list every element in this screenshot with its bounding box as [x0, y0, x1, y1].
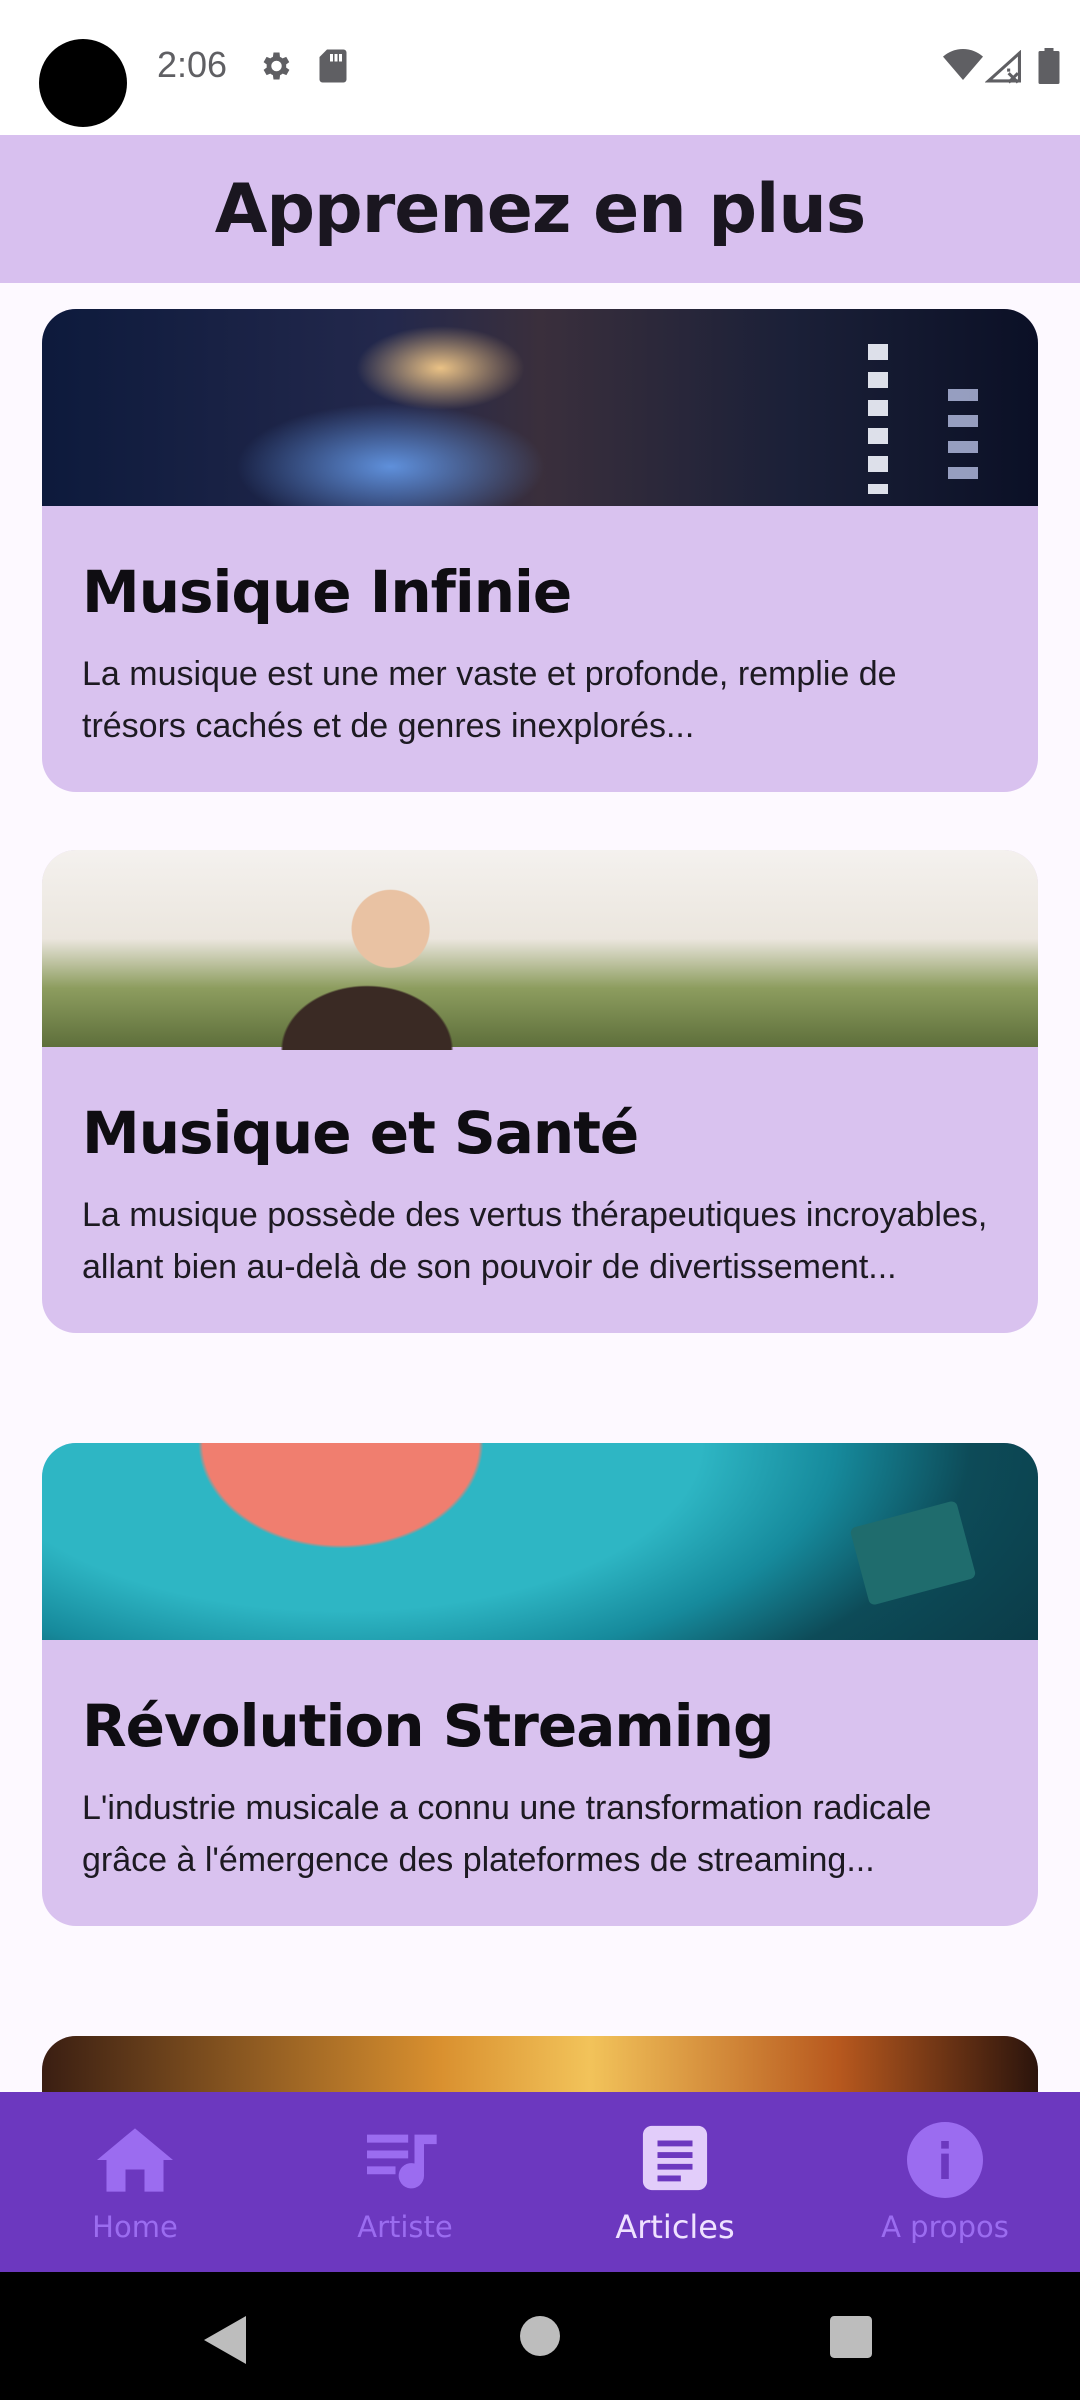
home-circle-icon[interactable]: [520, 2316, 560, 2360]
wifi-icon: [943, 48, 983, 86]
article-card[interactable]: Musique Infinie La musique est une mer v…: [42, 309, 1038, 792]
nav-item-home[interactable]: Home: [0, 2092, 270, 2272]
nav-item-articles[interactable]: Articles: [540, 2092, 810, 2272]
article-title: Musique Infinie: [82, 558, 572, 626]
article-title: Révolution Streaming: [82, 1692, 774, 1760]
nav-label: Articles: [615, 2208, 735, 2246]
recents-icon[interactable]: [830, 2316, 872, 2362]
bottom-navigation: Home Artiste Articles A propos: [0, 2092, 1080, 2272]
music-list-icon: [365, 2122, 445, 2198]
status-time: 2:06: [157, 44, 228, 85]
article-description: La musique est une mer vaste et profonde…: [82, 655, 897, 745]
top-app-bar: Apprenez en plus: [0, 135, 1080, 283]
system-navigation-bar: [0, 2272, 1080, 2400]
status-bar: 2:06: [0, 0, 1080, 135]
nav-item-artiste[interactable]: Artiste: [270, 2092, 540, 2272]
nav-label: A propos: [881, 2210, 1009, 2244]
article-icon: [635, 2120, 715, 2196]
sd-card-icon: [318, 48, 348, 88]
page-title: Apprenez en plus: [214, 169, 866, 249]
nav-item-a-propos[interactable]: A propos: [810, 2092, 1080, 2272]
nav-label: Home: [92, 2210, 178, 2244]
camera-cutout: [39, 39, 127, 127]
home-icon: [95, 2122, 175, 2198]
info-icon: [905, 2122, 985, 2198]
article-description: L'industrie musicale a connu une transfo…: [82, 1789, 932, 1879]
nav-label: Artiste: [357, 2210, 453, 2244]
gear-icon: [257, 48, 293, 88]
battery-icon: [1038, 48, 1060, 88]
article-image: [42, 850, 1038, 1050]
article-card[interactable]: Révolution Streaming L'industrie musical…: [42, 1443, 1038, 1926]
back-icon[interactable]: [204, 2316, 246, 2368]
article-description: La musique possède des vertus thérapeuti…: [82, 1196, 988, 1286]
article-title: Musique et Santé: [82, 1099, 639, 1167]
article-card[interactable]: Musique et Santé La musique possède des …: [42, 850, 1038, 1333]
article-image: [42, 1443, 1038, 1640]
article-image: [42, 309, 1038, 506]
signal-icon: [984, 49, 1023, 88]
